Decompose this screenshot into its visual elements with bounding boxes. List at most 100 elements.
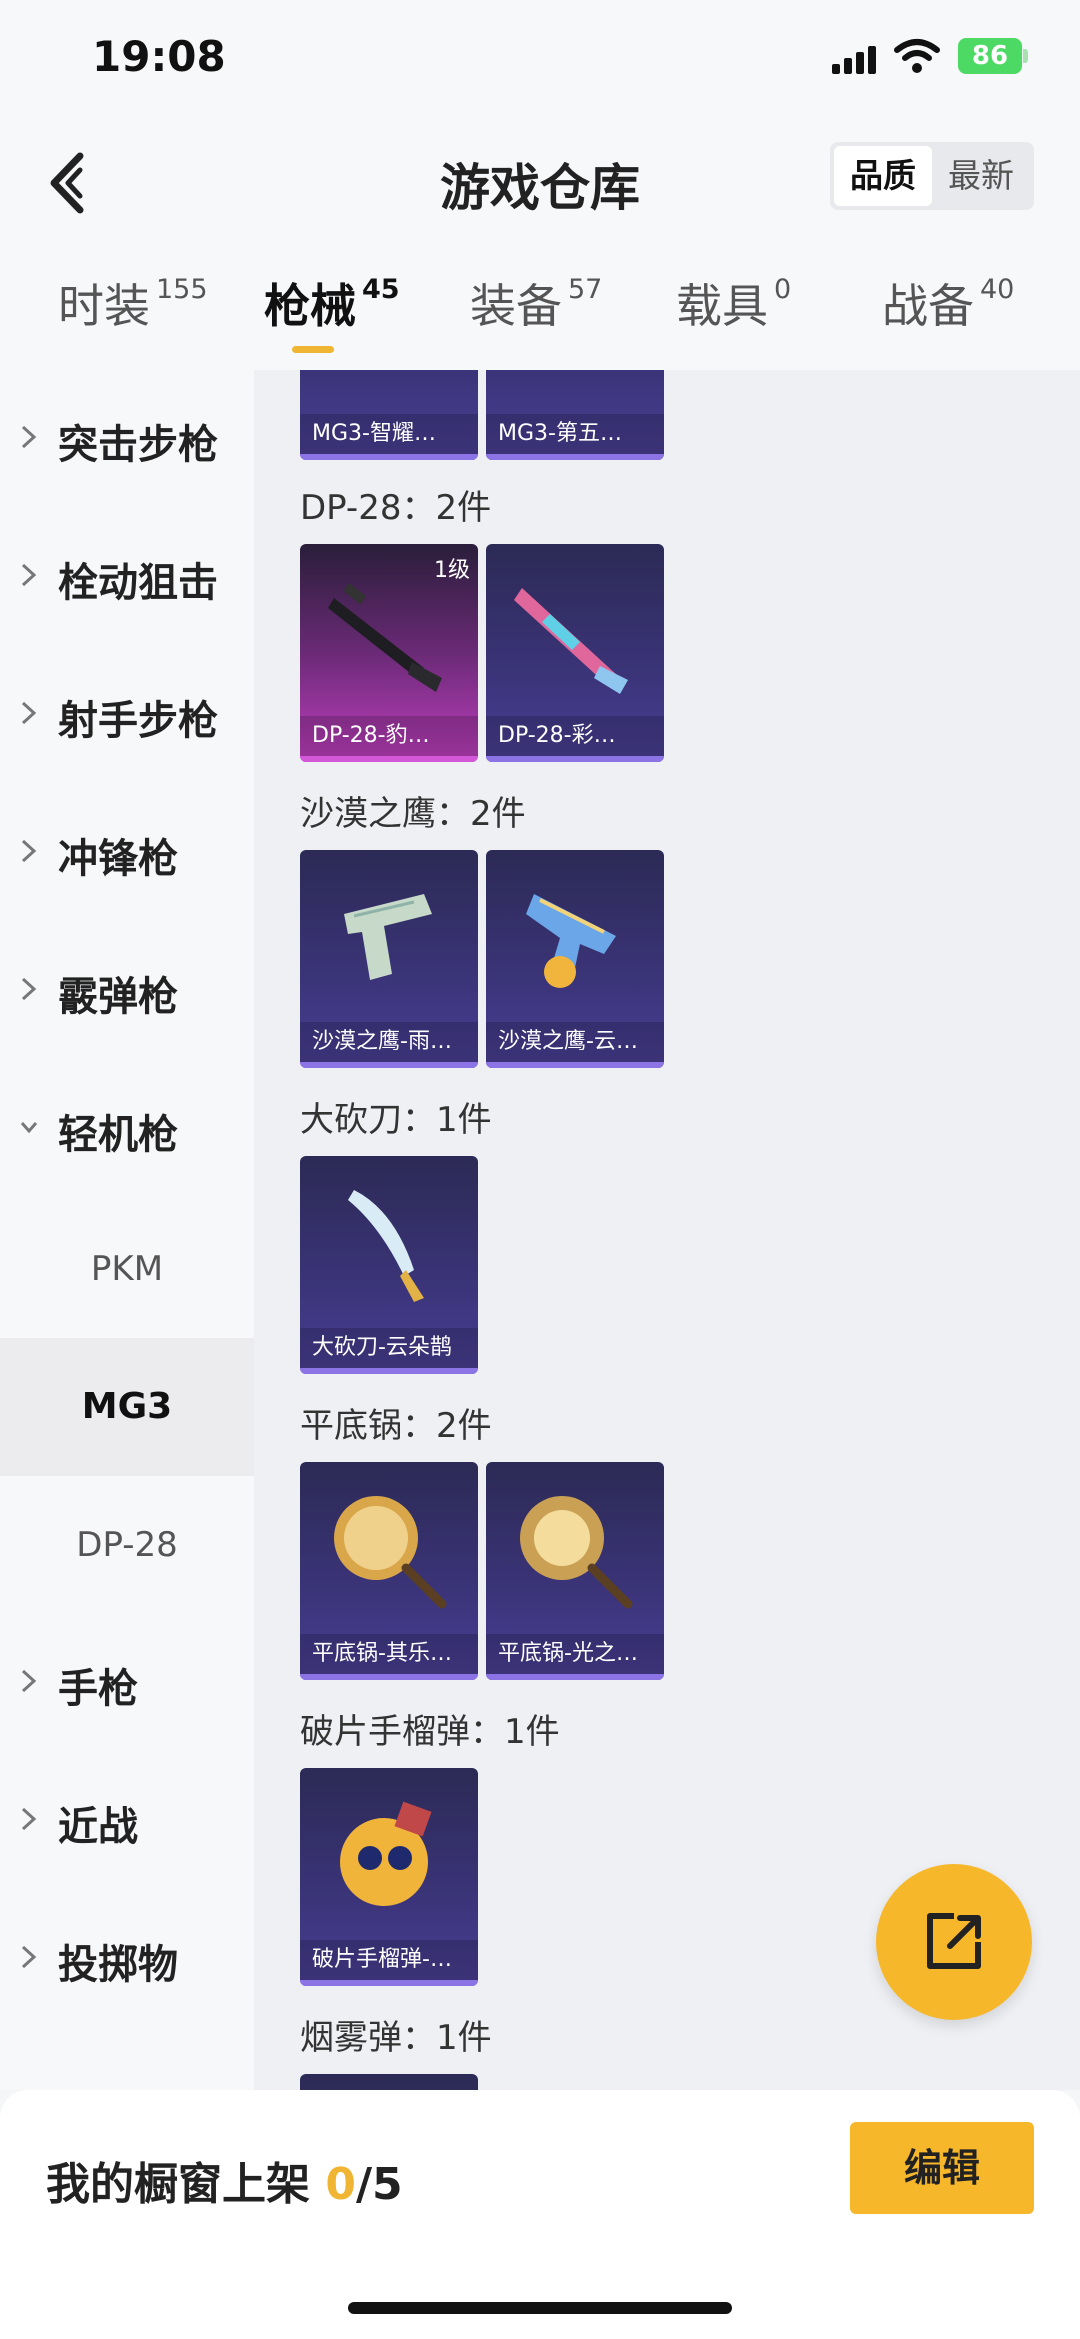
tab-equipment[interactable]: 装备 57 xyxy=(470,270,602,336)
card-stripe xyxy=(486,1062,664,1068)
chevron-right-icon xyxy=(21,1807,37,1831)
chevron-right-icon xyxy=(21,701,37,725)
sidebar-item-label: 霰弹枪 xyxy=(58,974,178,1020)
item-card-dp28[interactable]: DP-28-彩… xyxy=(486,544,664,762)
showcase-prefix: 我的橱窗上架 xyxy=(46,2159,326,2210)
card-stripe xyxy=(300,1368,478,1374)
weapon-category-sidebar: 突击步枪 栓动狙击 射手步枪 冲锋枪 霰弹枪 轻机枪 PKM MG3 DP-28… xyxy=(0,370,254,2090)
lmg-icon xyxy=(514,588,628,694)
showcase-panel: 我的橱窗上架 0/5 编辑 xyxy=(0,2090,1080,2339)
sidebar-item-label: 射手步枪 xyxy=(58,698,218,744)
sidebar-item-assault-rifle[interactable]: 突击步枪 xyxy=(0,388,254,488)
item-card-mg3[interactable]: MG3-第五… xyxy=(486,370,664,460)
item-card-desert-eagle[interactable]: 沙漠之鹰-雨… xyxy=(300,850,478,1068)
share-icon xyxy=(927,1913,981,1969)
tab-label: 枪械 xyxy=(264,279,356,333)
item-card-name: 平底锅-其乐… xyxy=(300,1634,478,1674)
tab-count: 40 xyxy=(980,274,1015,305)
item-card-pan[interactable]: 平底锅-光之… xyxy=(486,1462,664,1680)
group-title-desert-eagle: 沙漠之鹰：2件 xyxy=(300,794,526,834)
tab-count: 45 xyxy=(362,274,400,305)
pan-icon xyxy=(520,1496,633,1609)
sidebar-item-bolt-sniper[interactable]: 栓动狙击 xyxy=(0,526,254,626)
sidebar-item-pistol[interactable]: 手枪 xyxy=(0,1632,254,1732)
card-stripe xyxy=(300,756,478,762)
card-stripe xyxy=(300,1062,478,1068)
tab-label: 时装 xyxy=(58,279,150,333)
sidebar-item-label: 栓动狙击 xyxy=(58,560,218,606)
sidebar-item-label: 近战 xyxy=(58,1804,138,1850)
item-card-name: 破片手榴弹-… xyxy=(300,1940,478,1980)
category-tabs: 时装 155 枪械 45 装备 57 载具 0 战备 40 xyxy=(0,270,1080,370)
sidebar-subitem-dp28[interactable]: DP-28 xyxy=(0,1476,254,1614)
sort-newest-button[interactable]: 最新 xyxy=(932,146,1030,206)
grenade-icon xyxy=(340,1801,432,1906)
sidebar-item-marksman-rifle[interactable]: 射手步枪 xyxy=(0,664,254,764)
item-card-smoke-grenade[interactable] xyxy=(300,2074,478,2090)
sidebar-item-shotgun[interactable]: 霰弹枪 xyxy=(0,940,254,1040)
card-stripe xyxy=(300,454,478,460)
sidebar-item-lmg[interactable]: 轻机枪 xyxy=(0,1078,254,1178)
tab-label: 战备 xyxy=(882,279,974,333)
item-card-frag-grenade[interactable]: 破片手榴弹-… xyxy=(300,1768,478,1986)
group-title-machete: 大砍刀：1件 xyxy=(300,1100,492,1140)
sidebar-item-label: 突击步枪 xyxy=(58,422,218,468)
signal-icon xyxy=(832,46,876,74)
home-indicator[interactable] xyxy=(348,2302,732,2314)
card-stripe xyxy=(486,1674,664,1680)
card-stripe xyxy=(300,1674,478,1680)
edit-button[interactable]: 编辑 xyxy=(850,2122,1034,2214)
chevron-right-icon xyxy=(21,1669,37,1693)
header: 游戏仓库 品质 最新 时装 155 枪械 45 装备 57 载具 0 战备 40 xyxy=(0,120,1080,370)
sidebar-item-label: 轻机枪 xyxy=(58,1112,178,1158)
sidebar-item-smg[interactable]: 冲锋枪 xyxy=(0,802,254,902)
tab-vehicles[interactable]: 载具 0 xyxy=(676,270,791,336)
group-title-smoke-grenade: 烟雾弹：1件 xyxy=(300,2018,492,2058)
item-card-machete[interactable]: 大砍刀-云朵鹊 xyxy=(300,1156,478,1374)
sidebar-subitem-mg3[interactable]: MG3 xyxy=(0,1338,254,1476)
group-title-dp28: DP-28：2件 xyxy=(300,488,492,528)
tab-count: 0 xyxy=(774,274,792,305)
sort-quality-button[interactable]: 品质 xyxy=(834,146,932,206)
item-card-dp28[interactable]: 1级 DP-28-豹… xyxy=(300,544,478,762)
item-card-name: 沙漠之鹰-雨… xyxy=(300,1022,478,1062)
item-card-mg3[interactable]: MG3-智耀… xyxy=(300,370,478,460)
card-stripe xyxy=(300,1980,478,1986)
chevron-down-icon xyxy=(20,1122,38,1134)
sort-toggle[interactable]: 品质 最新 xyxy=(830,142,1034,210)
chevron-right-icon xyxy=(21,563,37,587)
sidebar-subitem-pkm[interactable]: PKM xyxy=(0,1200,254,1338)
tab-fashion[interactable]: 时装 155 xyxy=(58,270,208,336)
battery-tip xyxy=(1023,49,1028,63)
tab-count: 57 xyxy=(568,274,603,305)
item-grid: MG3-智耀… MG3-第五… DP-28：2件 1级 DP-28-豹… DP-… xyxy=(254,370,1080,2090)
battery-indicator: 86 xyxy=(958,38,1022,74)
tab-label: 载具 xyxy=(676,279,768,333)
item-level-badge: 1级 xyxy=(434,558,470,583)
tab-firearms[interactable]: 枪械 45 xyxy=(264,270,400,336)
card-stripe xyxy=(486,756,664,762)
item-card-desert-eagle[interactable]: 沙漠之鹰-云… xyxy=(486,850,664,1068)
chevron-right-icon xyxy=(21,839,37,863)
showcase-count: 0 xyxy=(325,2159,356,2210)
chevron-right-icon xyxy=(21,977,37,1001)
item-card-pan[interactable]: 平底锅-其乐… xyxy=(300,1462,478,1680)
wifi-icon xyxy=(894,39,940,73)
pistol-icon xyxy=(526,894,616,988)
item-card-name: 平底锅-光之… xyxy=(486,1634,664,1674)
showcase-label: 我的橱窗上架 0/5 xyxy=(46,2148,403,2212)
share-button[interactable] xyxy=(876,1864,1032,2020)
machete-icon xyxy=(348,1190,424,1302)
tab-supplies[interactable]: 战备 40 xyxy=(882,270,1014,336)
card-stripe xyxy=(486,454,664,460)
sidebar-item-melee[interactable]: 近战 xyxy=(0,1770,254,1870)
tab-count: 155 xyxy=(156,274,208,305)
tab-label: 装备 xyxy=(470,279,562,333)
status-time: 19:08 xyxy=(92,32,226,81)
sidebar-item-label: 冲锋枪 xyxy=(58,836,178,882)
item-card-name: 沙漠之鹰-云… xyxy=(486,1022,664,1062)
item-card-name: MG3-第五… xyxy=(486,414,664,454)
sidebar-item-throwable[interactable]: 投掷物 xyxy=(0,1908,254,2008)
item-card-name: DP-28-豹… xyxy=(300,716,478,756)
active-tab-indicator xyxy=(292,346,334,353)
